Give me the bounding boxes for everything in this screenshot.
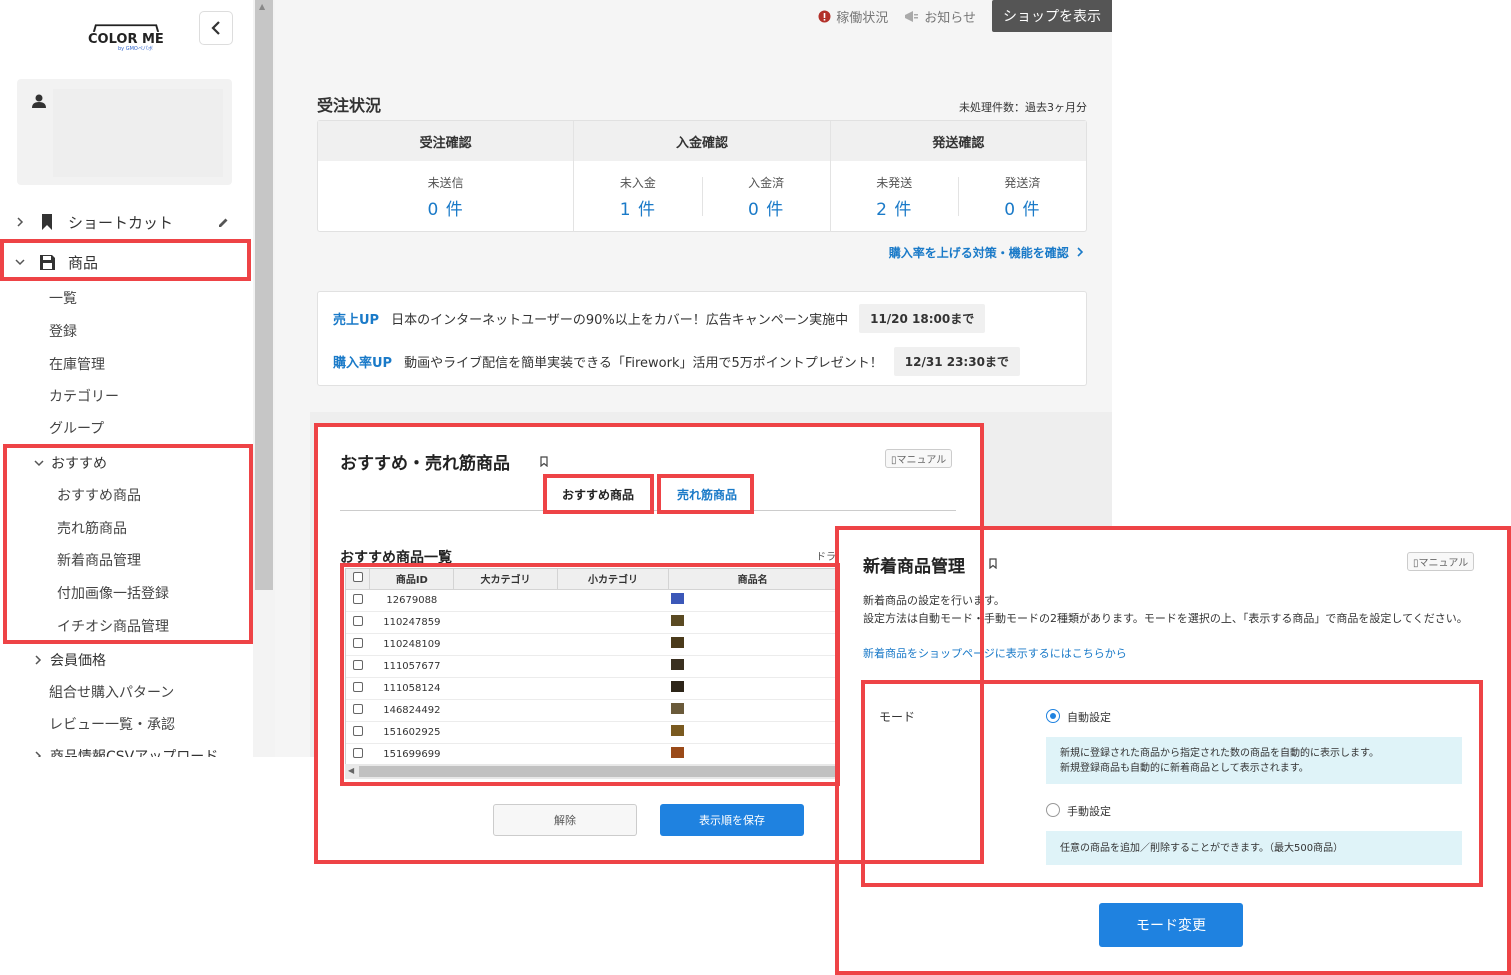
orders-header-payment: 入金確認 xyxy=(574,121,831,161)
status-link-label: 稼働状況 xyxy=(836,10,889,26)
scroll-up-icon[interactable]: ▲ xyxy=(259,2,265,11)
logo-subtext: by GMOペパボ xyxy=(118,46,153,52)
view-shop-button[interactable]: ショップを表示 xyxy=(992,0,1112,32)
orders-cell-paid[interactable]: 入金済 0 件 xyxy=(701,175,830,220)
promo-row[interactable]: 売上UP 日本のインターネットユーザーの90%以上をカバー！広告キャンペーン実施… xyxy=(333,304,986,333)
sidebar-scrollbar[interactable]: ▲ xyxy=(253,0,275,757)
sidebar-subitem-group[interactable]: グループ xyxy=(49,418,104,438)
sidebar-item-shortcut[interactable]: ショートカット xyxy=(0,208,253,236)
chevron-left-icon xyxy=(211,21,220,35)
highlight-recommend-table xyxy=(340,563,840,786)
sidebar-subitem-inventory[interactable]: 在庫管理 xyxy=(49,354,105,374)
highlight-tab-bestseller xyxy=(657,474,754,514)
orders-header-confirm: 受注確認 xyxy=(318,121,575,161)
orders-header-shipping: 発送確認 xyxy=(932,135,985,151)
orders-cell-label: 未入金 xyxy=(619,175,656,190)
orders-cell-value[interactable]: 0 件 xyxy=(748,195,784,220)
chevron-right-icon xyxy=(35,655,42,665)
orders-body: 未送信 0 件 未入金 1 件 入金済 0 件 未発送 2 件 発送済 0 件 xyxy=(318,161,1086,232)
top-bar: 稼働状況 お知らせ ショップを表示 xyxy=(818,0,1112,32)
sidebar-item-member-price[interactable]: 会員価格 xyxy=(34,650,106,670)
promo-deadline: 12/31 23:30まで xyxy=(893,347,1020,376)
pencil-icon[interactable] xyxy=(218,217,229,228)
promo-tag: 売上UP xyxy=(333,313,380,328)
alert-icon xyxy=(818,10,831,22)
news-link-label: お知らせ xyxy=(924,10,976,26)
sidebar-subitem-category[interactable]: カテゴリー xyxy=(49,386,119,406)
orders-cell-label: 未送信 xyxy=(427,175,464,190)
sidebar-subitem-register[interactable]: 登録 xyxy=(49,321,77,341)
sidebar-item-label: 商品情報CSVアップロード xyxy=(50,749,219,757)
orders-cell-value[interactable]: 0 件 xyxy=(428,195,464,220)
promo-text: 動画やライブ配信を簡単実装できる「Firework」活用で5万ポイントプレゼント… xyxy=(404,356,883,371)
orders-cell-unsent[interactable]: 未送信 0 件 xyxy=(318,161,573,232)
conversion-tips-label: 購入率を上げる対策・機能を確認 xyxy=(888,246,1069,260)
promo-text: 日本のインターネットユーザーの90%以上をカバー！広告キャンペーン実施中 xyxy=(391,313,849,328)
chevron-right-icon xyxy=(1077,247,1084,257)
user-icon xyxy=(32,94,46,108)
logo[interactable]: COLOR ME by GMOペパボ xyxy=(88,24,164,54)
orders-cell-label: 入金済 xyxy=(748,175,785,190)
chevron-right-icon xyxy=(17,217,24,227)
screenshot-root: COLOR ME by GMOペパボ ショートカット 商品 一覧 登録 在庫管理… xyxy=(0,0,1511,975)
highlight-mode-settings xyxy=(861,680,1483,887)
orders-cell-value[interactable]: 1 件 xyxy=(620,195,656,220)
profile-card[interactable] xyxy=(17,79,232,185)
sidebar-item-label: 会員価格 xyxy=(50,653,106,669)
orders-group-payment: 未入金 1 件 入金済 0 件 xyxy=(574,161,831,232)
orders-cell-label: 未発送 xyxy=(876,175,913,190)
conversion-tips-link[interactable]: 購入率を上げる対策・機能を確認 xyxy=(889,244,1084,261)
sidebar-subitem-list[interactable]: 一覧 xyxy=(49,288,77,308)
orders-card: 受注確認 入金確認 発送確認 未送信 0 件 未入金 1 件 入金済 0 件 未… xyxy=(317,120,1087,232)
orders-group-shipping: 未発送 2 件 発送済 0 件 xyxy=(831,161,1086,232)
orders-cell-value[interactable]: 0 件 xyxy=(1004,195,1040,220)
news-link[interactable]: お知らせ xyxy=(904,7,976,26)
orders-cell-shipped[interactable]: 発送済 0 件 xyxy=(957,175,1086,220)
status-link[interactable]: 稼働状況 xyxy=(818,7,888,26)
bookmark-icon xyxy=(42,214,52,230)
promo-card: 売上UP 日本のインターネットユーザーの90%以上をカバー！広告キャンペーン実施… xyxy=(317,291,1087,386)
orders-note: 未処理件数：過去3ヶ月分 xyxy=(959,101,1087,114)
sidebar-subitem-combo[interactable]: 組合せ購入パターン xyxy=(49,682,174,702)
orders-cell-unshipped[interactable]: 未発送 2 件 xyxy=(831,161,958,232)
highlight-tab-recommend xyxy=(543,474,654,514)
orders-header: 受注確認 入金確認 発送確認 xyxy=(318,121,1086,161)
sidebar-collapse-button[interactable] xyxy=(199,11,233,45)
orders-cell-value[interactable]: 2 件 xyxy=(876,195,912,220)
highlight-products xyxy=(0,239,251,281)
logo-roof xyxy=(92,24,160,32)
megaphone-icon xyxy=(905,10,919,22)
sidebar-item-label: ショートカット xyxy=(68,213,174,232)
chevron-right-icon xyxy=(35,751,42,757)
promo-row[interactable]: 購入率UP 動画やライブ配信を簡単実装できる「Firework」活用で5万ポイン… xyxy=(333,347,1020,376)
profile-placeholder xyxy=(53,89,223,177)
scrollbar-thumb[interactable] xyxy=(255,0,273,590)
orders-group-confirm: 未送信 0 件 xyxy=(318,161,575,232)
highlight-recommend-menu xyxy=(3,444,253,644)
promo-tag: 購入率UP xyxy=(333,356,393,371)
orders-cell-unpaid[interactable]: 未入金 1 件 xyxy=(574,161,701,232)
sidebar-item-csv-upload[interactable]: 商品情報CSVアップロード xyxy=(34,746,218,757)
promo-deadline: 11/20 18:00まで xyxy=(859,304,986,333)
sidebar-subitem-reviews[interactable]: レビュー一覧・承認 xyxy=(49,714,175,734)
orders-cell-label: 発送済 xyxy=(1004,175,1041,190)
orders-title: 受注状況 xyxy=(317,96,382,115)
